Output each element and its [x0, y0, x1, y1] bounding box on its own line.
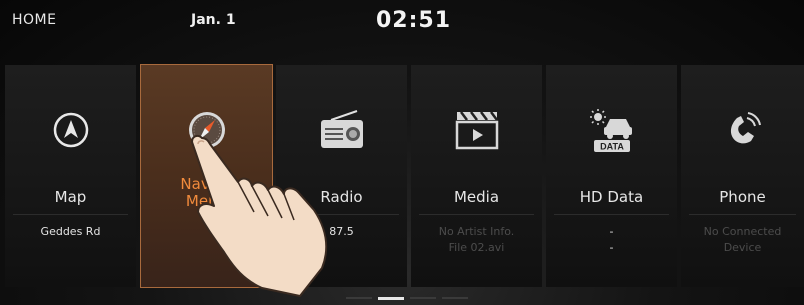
divider [554, 214, 669, 215]
phone-status-line-1: No Connected [703, 225, 782, 238]
home-title: HOME [12, 12, 57, 28]
phone-status-line-2: Device [723, 241, 762, 254]
status-bar: HOME Jan. 1 02:51 [0, 0, 804, 46]
hd-data-tile[interactable]: DATA HD Data - - [546, 65, 677, 287]
page-indicator [346, 297, 468, 300]
hd-data-tile-label: HD Data [579, 188, 644, 206]
home-widget-tiles: Map Geddes Rd Naviga Menu [0, 64, 804, 288]
hd-data-icon: DATA [546, 105, 677, 155]
page-dot[interactable] [442, 297, 468, 299]
media-clapperboard-icon [411, 105, 542, 155]
tapping-hand-icon [191, 134, 328, 297]
clock-display[interactable]: 02:51 [376, 8, 451, 33]
phone-tile[interactable]: Phone No Connected Device [681, 65, 804, 287]
map-tile-road: Geddes Rd [40, 225, 101, 238]
media-tile-label: Media [453, 188, 500, 206]
media-tile[interactable]: Media No Artist Info. File 02.avi [411, 65, 542, 287]
phone-status: No Connected Device [681, 224, 804, 256]
hd-data-line-2: - [609, 241, 614, 254]
hd-data-line-1: - [609, 225, 614, 238]
date-display: Jan. 1 [191, 12, 236, 28]
divider [689, 214, 796, 215]
media-info: No Artist Info. File 02.avi [411, 224, 542, 256]
hd-data-info: - - [546, 224, 677, 256]
map-tile[interactable]: Map Geddes Rd [5, 65, 136, 287]
svg-text:DATA: DATA [600, 142, 624, 152]
page-dot[interactable] [346, 297, 372, 299]
page-dot-active[interactable] [378, 297, 404, 300]
media-file: File 02.avi [448, 241, 505, 254]
navigation-arrow-icon [5, 105, 136, 155]
page-dot[interactable] [410, 297, 436, 299]
phone-tile-label: Phone [719, 188, 766, 206]
phone-icon [681, 105, 804, 155]
media-artist: No Artist Info. [438, 225, 515, 238]
divider [13, 214, 128, 215]
home-screen: HOME Jan. 1 02:51 Map Geddes Rd Menu Rad… [0, 0, 804, 305]
divider [419, 214, 534, 215]
map-tile-label: Map [54, 188, 87, 206]
